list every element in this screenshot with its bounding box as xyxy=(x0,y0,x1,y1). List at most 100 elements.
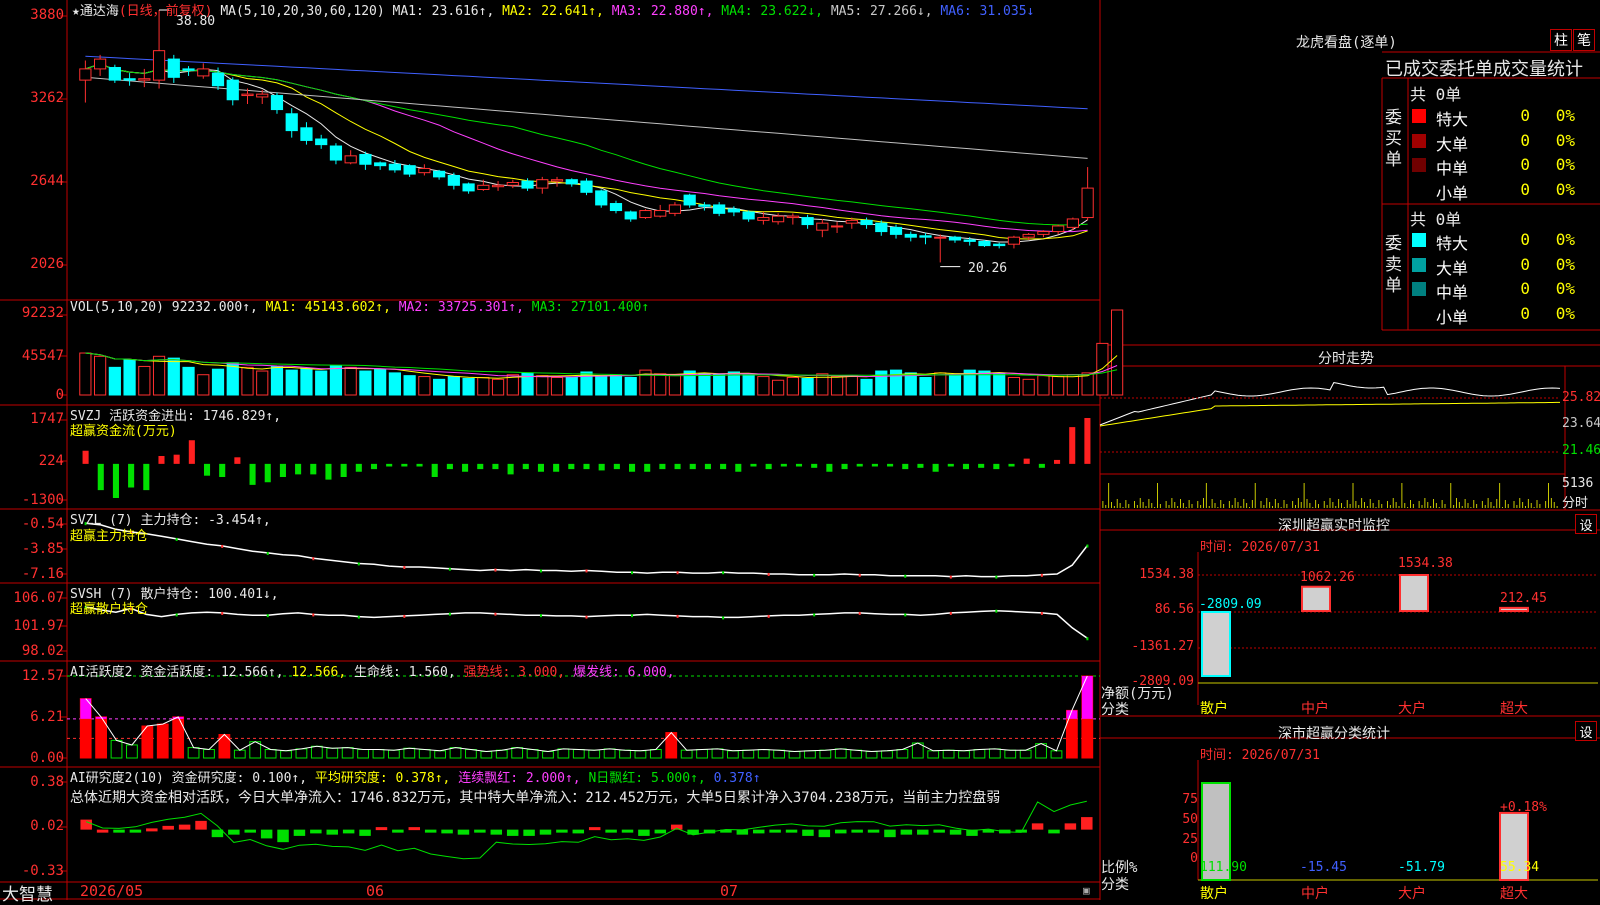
volume-bar xyxy=(182,366,195,396)
research-bar xyxy=(523,829,535,836)
activity-bar xyxy=(819,749,832,759)
ma5-value: MA5: 27.266↓, xyxy=(830,4,933,19)
svsh-ytick: 98.02 xyxy=(21,643,64,659)
ai-research-value: 资金研究度: 0.100↑, xyxy=(171,771,308,786)
volume-bar xyxy=(433,378,446,396)
fund-flow-bar xyxy=(659,463,666,470)
activity-bar xyxy=(850,749,863,759)
research-bar xyxy=(178,824,191,830)
activity-bar xyxy=(942,749,955,759)
sz-class-ytick: 75 xyxy=(1182,792,1198,807)
activity-bar xyxy=(804,750,816,759)
volume-bar xyxy=(329,365,343,396)
research-bar xyxy=(638,829,650,836)
activity-bar xyxy=(834,748,847,759)
sz-monitor-title: 深圳超赢实时监控 xyxy=(1278,518,1390,534)
fund-flow-bar xyxy=(507,463,514,475)
sell-side-label: 委卖单 xyxy=(1385,234,1402,296)
activity-bar xyxy=(881,750,893,759)
candle-body xyxy=(197,68,210,77)
fund-flow-bar xyxy=(795,463,803,467)
retail-position-line-tick xyxy=(403,614,406,618)
sz-class-settings-button[interactable]: 设 xyxy=(1575,721,1597,741)
sz-monitor-settings-button[interactable]: 设 xyxy=(1575,514,1597,534)
candle-body xyxy=(919,235,932,238)
fund-flow-bar xyxy=(553,463,560,472)
activity-bar xyxy=(110,739,123,759)
sell-row-count: 0 xyxy=(1520,254,1530,274)
fund-flow-bar xyxy=(82,450,89,464)
volume-bar xyxy=(698,373,711,396)
activity-bar xyxy=(865,750,878,759)
ai-research-ytick: -0.33 xyxy=(21,863,64,879)
svsh-ytick: 101.97 xyxy=(13,618,64,634)
favorite-star-icon[interactable]: ★ xyxy=(72,4,80,19)
activity-bar xyxy=(434,750,447,759)
dragon-tiger-title: 龙虎看盘(逐单) xyxy=(1296,35,1397,51)
vol-ytick: 92232 xyxy=(21,305,64,321)
candle-body xyxy=(1022,233,1035,238)
fund-flow-bar xyxy=(340,463,347,477)
ai-active-value: 资金活跃度: 12.566↑, xyxy=(140,665,284,680)
activity-line xyxy=(85,675,1088,753)
candle-body xyxy=(285,113,298,132)
volume-bar xyxy=(79,352,92,396)
intraday-ytick: 25.82 xyxy=(1562,390,1600,405)
activity-bar xyxy=(480,750,493,759)
volume-bar xyxy=(285,369,298,396)
fund-flow-bar xyxy=(871,463,878,467)
retail-position-line-tick xyxy=(904,613,907,617)
main-position-line-tick xyxy=(722,571,725,575)
activity-bar xyxy=(495,749,508,759)
activity-bar xyxy=(511,747,524,759)
volume-bar xyxy=(270,365,284,396)
retail-position-line-tick xyxy=(995,609,998,613)
buy-row-swatch xyxy=(1412,109,1426,123)
activity-bar xyxy=(742,749,755,759)
list-mode-button[interactable]: 笔 xyxy=(1573,29,1595,51)
research-bar xyxy=(244,829,256,833)
intraday-title: 分时走势 xyxy=(1318,351,1374,367)
fund-flow-bar xyxy=(826,463,833,472)
bar-mode-button[interactable]: 柱 xyxy=(1550,29,1572,51)
brand-label: 大智慧 xyxy=(2,885,53,905)
retail-position-line-tick xyxy=(1086,637,1089,641)
candle-body xyxy=(727,208,740,213)
monitor-bar xyxy=(1301,585,1331,612)
lock-icon[interactable]: ▣ xyxy=(1083,884,1090,897)
sz-class-cat-label: 分类 xyxy=(1101,877,1129,893)
sz-class-time: 时间: 2026/07/31 xyxy=(1200,748,1320,763)
sell-row-label: 中单 xyxy=(1436,283,1469,302)
candle-body xyxy=(388,163,401,171)
main-position-line-tick xyxy=(813,573,816,577)
fund-flow-bar xyxy=(720,463,727,470)
fund-flow-bar xyxy=(993,463,1000,470)
activity-bar xyxy=(126,744,138,759)
sz-class-ytick: 0 xyxy=(1190,851,1198,866)
research-bar xyxy=(769,829,781,833)
retail-position-line-tick xyxy=(357,615,360,619)
candle-body xyxy=(315,138,328,146)
main-position-line-tick xyxy=(312,557,315,561)
activity-bar xyxy=(372,749,385,759)
buy-row-label: 中单 xyxy=(1436,159,1469,178)
volume-bar xyxy=(138,365,151,396)
activity-bar xyxy=(788,750,801,759)
buy-row-count: 0 xyxy=(1520,106,1530,125)
candle-body xyxy=(963,239,976,242)
stock-chart-canvas[interactable] xyxy=(0,0,1600,900)
fund-flow-bar xyxy=(917,463,924,468)
volume-bar xyxy=(491,378,505,396)
sell-row-count: 0 xyxy=(1520,303,1530,323)
candle-body xyxy=(654,210,667,217)
main-position-line-tick xyxy=(539,569,542,573)
fund-flow-bar xyxy=(598,463,605,471)
activity-bar xyxy=(264,749,277,759)
sz-monitor-ytick: 1534.38 xyxy=(1139,567,1194,582)
research-bar xyxy=(588,827,601,831)
volume-bar xyxy=(624,376,637,396)
main-position-line-tick xyxy=(221,544,224,548)
candle-body xyxy=(668,204,682,214)
svzl-ytick: -3.85 xyxy=(21,541,64,557)
research-bar xyxy=(408,827,421,831)
